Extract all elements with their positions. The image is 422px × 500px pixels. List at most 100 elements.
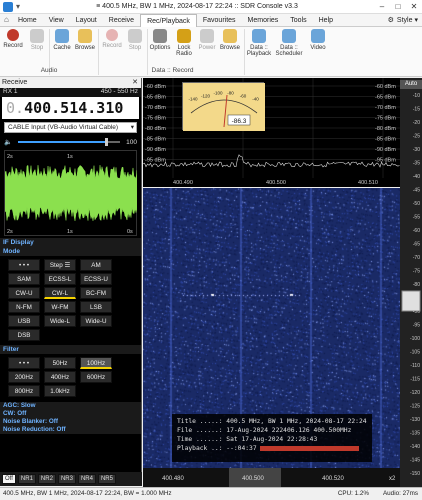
data-playback-button[interactable]: Data :: Playback (246, 29, 272, 57)
filter-button[interactable]: 600Hz (80, 371, 112, 383)
group-label-audio: Audio (40, 67, 58, 74)
agc-status[interactable]: AGC: Slow (0, 402, 141, 410)
db-label: -60 dBm (375, 84, 396, 90)
mode-button[interactable]: BC-FM (80, 287, 112, 299)
filter-button[interactable]: 1.0kHz (44, 385, 76, 397)
close-icon[interactable]: ✕ (132, 78, 138, 88)
video-button[interactable]: Video (307, 29, 329, 51)
filter-button[interactable]: • • • (8, 357, 40, 369)
mode-button[interactable]: SAM (8, 273, 40, 285)
home-icon[interactable]: ⌂ (4, 16, 12, 24)
axis-tick-label: -65 (413, 242, 420, 248)
tab-help[interactable]: Help (313, 14, 339, 27)
audio-browse-button[interactable]: Browse (74, 29, 96, 51)
nr-button[interactable]: Off (2, 474, 16, 484)
playback-progress[interactable] (259, 445, 359, 451)
axis-tick-label: -75 (413, 269, 420, 275)
lock-radio-button[interactable]: Lock Radio (173, 29, 195, 57)
data-scheduler-button[interactable]: Data :: Scheduler (275, 29, 303, 57)
power-button[interactable]: Power (196, 29, 218, 51)
filter-header: Filter (0, 345, 141, 354)
volume-slider[interactable] (18, 138, 121, 146)
mode-button[interactable]: ECSS-U (80, 273, 112, 285)
nr-button[interactable]: NR2 (37, 474, 56, 484)
filter-button[interactable]: 50Hz (44, 357, 76, 369)
audio-record-button[interactable]: Record (2, 29, 24, 49)
style-menu[interactable]: Style (397, 17, 413, 24)
mode-button[interactable]: Wide-U (80, 315, 112, 327)
audio-scope: 2s 1s 2s 1s 0s (4, 150, 137, 236)
mode-button[interactable]: LSB (80, 301, 112, 313)
scheduler-icon (282, 29, 296, 43)
mode-button[interactable]: Wide-L (44, 315, 76, 327)
tab-tools[interactable]: Tools (284, 14, 312, 27)
nr-button[interactable]: NR3 (57, 474, 76, 484)
chevron-down-icon[interactable]: ▾ (414, 16, 418, 24)
audio-stop-button[interactable]: Stop (26, 29, 48, 51)
level-slider[interactable] (401, 290, 421, 312)
axis-tick-label: -135 (410, 431, 420, 437)
mode-button[interactable]: USB (8, 315, 40, 327)
tab-home[interactable]: Home (12, 14, 43, 27)
minimize-button[interactable]: – (374, 2, 390, 11)
axis-tick-label: -20 (413, 120, 420, 126)
mode-button[interactable]: CW-L (44, 287, 76, 299)
tab-memories[interactable]: Memories (242, 14, 285, 27)
receive-header: Receive ✕ (0, 78, 141, 88)
axis-tick-label: -45 (413, 188, 420, 194)
audio-status: Audio: 27ms (382, 490, 418, 497)
db-label: -95 dBm (145, 158, 166, 164)
tab-rec-playback[interactable]: Rec/Playback (140, 13, 197, 27)
meter-scale-label: -140 (188, 97, 198, 102)
folder-icon (78, 29, 92, 43)
freq-label: 400.500 (242, 476, 264, 482)
mode-button[interactable]: CW-U (8, 287, 40, 299)
if-display-header[interactable]: IF Display (0, 238, 141, 247)
mode-button[interactable]: AM (80, 259, 112, 271)
cpu-status: CPU: 1.2% (337, 490, 369, 497)
noise-reduction-status[interactable]: Noise Reduction: Off (0, 426, 141, 434)
cache-button[interactable]: Cache (51, 29, 73, 51)
filter-button[interactable]: 200Hz (8, 371, 40, 383)
mode-button[interactable]: W-FM (44, 301, 76, 313)
power-icon (200, 29, 214, 43)
axis-tick-label: -130 (410, 417, 420, 423)
zoom-label[interactable]: x2 (389, 476, 396, 482)
data-stop-button[interactable]: Stop (124, 29, 146, 51)
mode-button[interactable]: DSB (8, 329, 40, 341)
meter-scale-label: -120 (201, 94, 211, 99)
nr-button[interactable]: NR5 (97, 474, 116, 484)
options-button[interactable]: Options (149, 29, 171, 51)
close-button[interactable]: ✕ (406, 2, 422, 11)
db-label: -80 dBm (145, 126, 166, 132)
mode-header: Mode (0, 247, 141, 256)
input-select[interactable]: CABLE Input (VB-Audio Virtual Cable) ▾ (4, 122, 137, 133)
mode-button[interactable]: • • • (8, 259, 40, 271)
lock-icon (177, 29, 191, 43)
filter-button[interactable]: 800Hz (8, 385, 40, 397)
nr-button[interactable]: NR1 (17, 474, 36, 484)
auto-button[interactable]: Auto (400, 80, 422, 89)
tab-receive[interactable]: Receive (103, 14, 140, 27)
mode-button[interactable]: ECSS-L (44, 273, 76, 285)
db-label: -70 dBm (145, 105, 166, 111)
audio-waveform: 2s 1s 2s 1s 0s (5, 154, 137, 235)
data-record-button[interactable]: Record (101, 29, 123, 49)
tab-layout[interactable]: Layout (70, 14, 103, 27)
gear-icon[interactable]: ⚙ (388, 16, 394, 24)
tab-favourites[interactable]: Favourites (197, 14, 242, 27)
noise-blanker-status[interactable]: Noise Blanker: Off (0, 418, 141, 426)
record-icon (106, 29, 118, 41)
nr-button[interactable]: NR4 (77, 474, 96, 484)
frequency-display[interactable]: 0. 400.514.310 (2, 97, 139, 119)
data-browse-button[interactable]: Browse (219, 29, 241, 51)
speaker-icon[interactable]: 🔈 (4, 138, 12, 146)
cw-status[interactable]: CW: Off (0, 410, 141, 418)
maximize-button[interactable]: □ (390, 2, 406, 11)
tab-view[interactable]: View (43, 14, 70, 27)
gear-icon (153, 29, 167, 43)
filter-button[interactable]: 100Hz (80, 357, 112, 369)
mode-button[interactable]: Step ☰ (44, 259, 76, 271)
mode-button[interactable]: N-FM (8, 301, 40, 313)
filter-button[interactable]: 400Hz (44, 371, 76, 383)
